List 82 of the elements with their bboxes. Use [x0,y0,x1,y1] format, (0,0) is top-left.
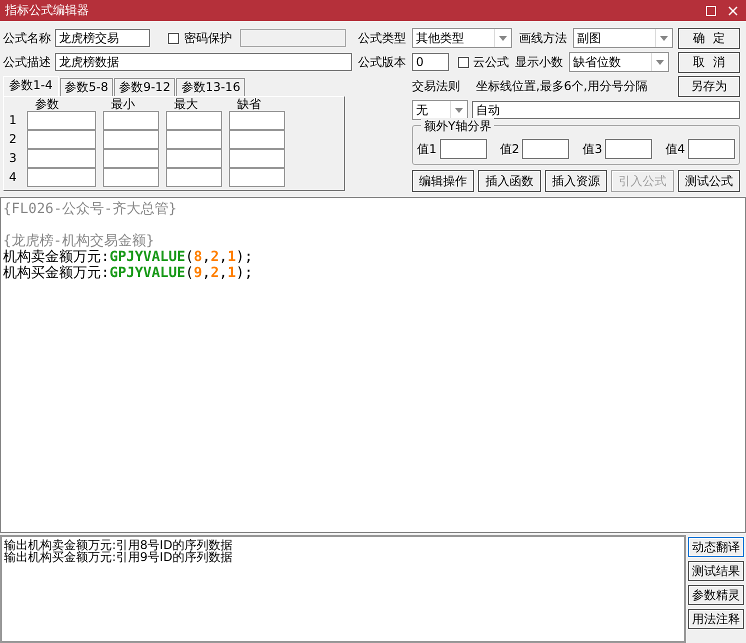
input-field[interactable]: 自动 [472,101,740,119]
field-label: 公式描述 [3,54,51,70]
caret-icon[interactable] [660,36,668,40]
input-field[interactable] [229,111,285,130]
output-line: 输出机构卖金额万元:引用8号ID的序列数据 [4,539,234,551]
side-button[interactable]: 用法注释 [688,609,744,629]
toolbar-button[interactable]: 插入函数 [478,170,541,192]
dropdown[interactable]: 缺省位数 [569,52,669,72]
row-number: 2 [8,131,18,148]
toolbar-button[interactable]: 编辑操作 [412,170,474,192]
code-editor[interactable]: {FL026-公众号-齐大总管} {龙虎榜-机构交易金额} 机构卖金额万元:GPJYVALUE(8,2,1); 机构买金额万元:GPJYVALUE(9,2,1); [0,197,746,533]
field-label: 画线方法 [519,30,568,46]
field-label: 值4 [665,140,685,158]
group-title: 额外Y轴分界 [421,118,494,135]
dropdown[interactable]: 副图 [573,28,673,48]
input-field[interactable] [166,111,222,130]
checkbox[interactable] [458,56,469,68]
dropdown[interactable]: 其他类型 [412,28,512,48]
input-field[interactable] [166,168,222,187]
column-header: 最大 [173,97,199,111]
toolbar-button[interactable]: 插入资源 [544,170,608,192]
row-number: 3 [8,150,18,167]
save-as-button[interactable]: 另存为 [678,76,740,96]
input-field[interactable]: 0 [412,53,449,71]
input-field[interactable] [27,130,96,149]
input-field[interactable] [166,149,222,168]
input-field[interactable] [103,168,159,187]
caret-icon[interactable] [455,108,463,112]
input-field[interactable] [27,149,96,168]
field-label: 公式版本 [358,54,407,70]
row-number: 4 [8,169,18,186]
field-label: 密码保护 [184,30,232,46]
checkbox[interactable] [168,32,179,44]
tab[interactable]: 参数1-4 [3,76,59,96]
input-field[interactable]: 龙虎榜交易 [55,29,150,47]
input-field[interactable] [688,139,735,159]
field-label: 公式类型 [358,30,407,46]
input-field[interactable] [605,139,652,159]
field-label: 公式名称 [3,30,51,46]
input-field[interactable] [440,139,487,159]
input-field[interactable] [103,149,159,168]
column-header: 最小 [110,97,136,111]
side-button[interactable]: 参数精灵 [688,585,744,605]
dropdown[interactable]: 无 [412,100,468,120]
side-button[interactable]: 测试结果 [688,561,744,581]
input-field[interactable] [166,130,222,149]
caret-icon[interactable] [656,60,664,64]
input-field[interactable] [27,111,96,130]
tab[interactable]: 参数13-16 [176,78,246,96]
ok-button[interactable]: 确 定 [678,28,740,48]
field-label: 坐标线位置,最多6个,用分号分隔 [476,78,648,94]
input-field[interactable] [229,149,285,168]
input-field[interactable] [103,111,159,130]
side-button[interactable]: 动态翻译 [688,537,744,557]
code-line: {FL026-公众号-齐大总管} [3,201,177,217]
row-number: 1 [8,112,18,129]
cancel-button[interactable]: 取 消 [678,52,740,72]
code-line: {龙虎榜-机构交易金额} [3,233,154,249]
tab[interactable]: 参数5-8 [60,78,114,96]
column-header: 参数 [34,97,60,111]
input-field[interactable]: 龙虎榜数据 [55,53,352,71]
tab[interactable]: 参数9-12 [114,78,176,96]
field-label: 显示小数 [515,54,564,70]
field-label: 值2 [500,140,520,158]
field-label: 云公式 [473,54,509,70]
window-title: 指标公式编辑器 [5,2,90,19]
close-icon[interactable] [728,6,738,16]
input-field[interactable] [229,130,285,149]
field-label: 交易法则 [412,78,461,94]
code-line: 机构卖金额万元:GPJYVALUE(8,2,1); [3,249,253,265]
input-field[interactable] [27,168,96,187]
input-field[interactable] [522,139,570,159]
field-label: 值1 [417,140,437,158]
caret-icon[interactable] [499,36,507,40]
toolbar-button[interactable]: 测试公式 [678,170,740,192]
column-header: 缺省 [236,97,262,111]
field-label: 值3 [582,140,602,158]
input-field[interactable] [103,130,159,149]
maximize-icon[interactable] [706,6,716,16]
input-field[interactable] [229,168,285,187]
output-line: 输出机构买金额万元:引用9号ID的序列数据 [4,551,234,563]
code-line: 机构买金额万元:GPJYVALUE(9,2,1); [3,265,253,281]
